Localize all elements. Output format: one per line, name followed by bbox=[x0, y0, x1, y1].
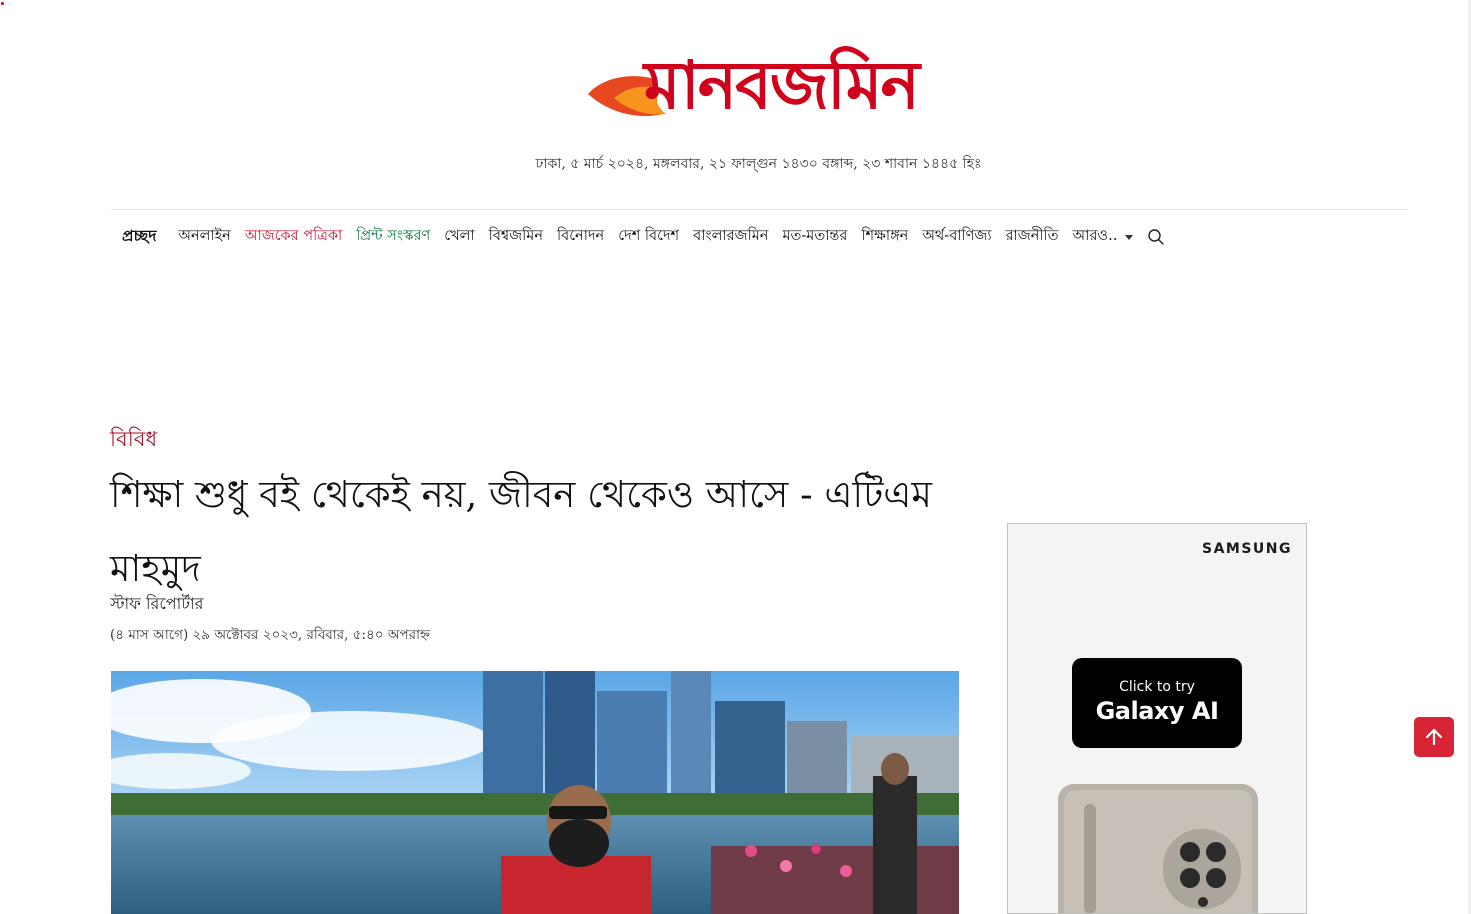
nav-item-opinion[interactable]: মত-মতান্তর bbox=[782, 225, 847, 249]
ad-phone-image bbox=[1058, 784, 1258, 913]
nav-item-bangladesh[interactable]: বাংলারজমিন bbox=[693, 225, 768, 249]
article-timestamp: (৪ মাস আগে) ২৯ অক্টোবর ২০২৩, রবিবার, ৫:৪… bbox=[110, 627, 431, 643]
site-logo[interactable]: মানবজমিন bbox=[584, 36, 934, 134]
nav-more-dropdown[interactable]: আরও.. bbox=[1073, 225, 1134, 249]
nav-item-business[interactable]: অর্থ-বাণিজ্য bbox=[922, 225, 991, 249]
main-nav: প্রচ্ছদ অনলাইন আজকের পত্রিকা প্রিন্ট সংস… bbox=[122, 224, 1165, 250]
corner-marker bbox=[1, 2, 4, 5]
advertisement[interactable]: SAMSUNG Click to try Galaxy AI bbox=[1007, 523, 1307, 914]
ad-brand-logo: SAMSUNG bbox=[1201, 541, 1292, 557]
chevron-down-icon bbox=[1125, 234, 1134, 240]
nav-item-home-abroad[interactable]: দেশ বিদেশ bbox=[618, 225, 679, 249]
article-category[interactable]: বিবিধ bbox=[110, 423, 157, 458]
article-author: স্টাফ রিপোর্টার bbox=[110, 594, 204, 613]
article-photo bbox=[111, 671, 959, 914]
nav-item-todays-paper[interactable]: আজকের পত্রিকা bbox=[245, 225, 342, 249]
nav-item-entertainment[interactable]: বিনোদন bbox=[557, 225, 604, 249]
search-icon[interactable] bbox=[1147, 228, 1165, 246]
back-to-top-button[interactable] bbox=[1414, 717, 1454, 757]
ad-cta-line2: Galaxy AI bbox=[1095, 697, 1219, 725]
nav-item-online[interactable]: অনলাইন bbox=[178, 225, 230, 249]
nav-item-politics[interactable]: রাজনীতি bbox=[1006, 225, 1059, 249]
article-headline: শিক্ষা শুধু বই থেকেই নয়, জীবন থেকেও আসে… bbox=[110, 473, 932, 590]
logo-wordmark: মানবজমিন bbox=[644, 46, 920, 124]
nav-item-print-edition[interactable]: প্রিন্ট সংস্করণ bbox=[356, 225, 430, 249]
ad-cta-line1: Click to try bbox=[1119, 679, 1195, 695]
nav-item-world[interactable]: বিশ্বজমিন bbox=[489, 225, 543, 249]
ad-cta-button[interactable]: Click to try Galaxy AI bbox=[1072, 658, 1242, 748]
nav-divider bbox=[111, 209, 1407, 210]
dateline: ঢাকা, ৫ মার্চ ২০২৪, মঙ্গলবার, ২১ ফাল্গুন… bbox=[535, 156, 982, 172]
nav-more-label: আরও.. bbox=[1072, 228, 1118, 244]
arrow-up-icon bbox=[1425, 728, 1443, 746]
nav-item-sports[interactable]: খেলা bbox=[444, 225, 474, 249]
nav-item-home[interactable]: প্রচ্ছদ bbox=[122, 224, 156, 250]
nav-item-education[interactable]: শিক্ষাঙ্গন bbox=[861, 225, 908, 249]
